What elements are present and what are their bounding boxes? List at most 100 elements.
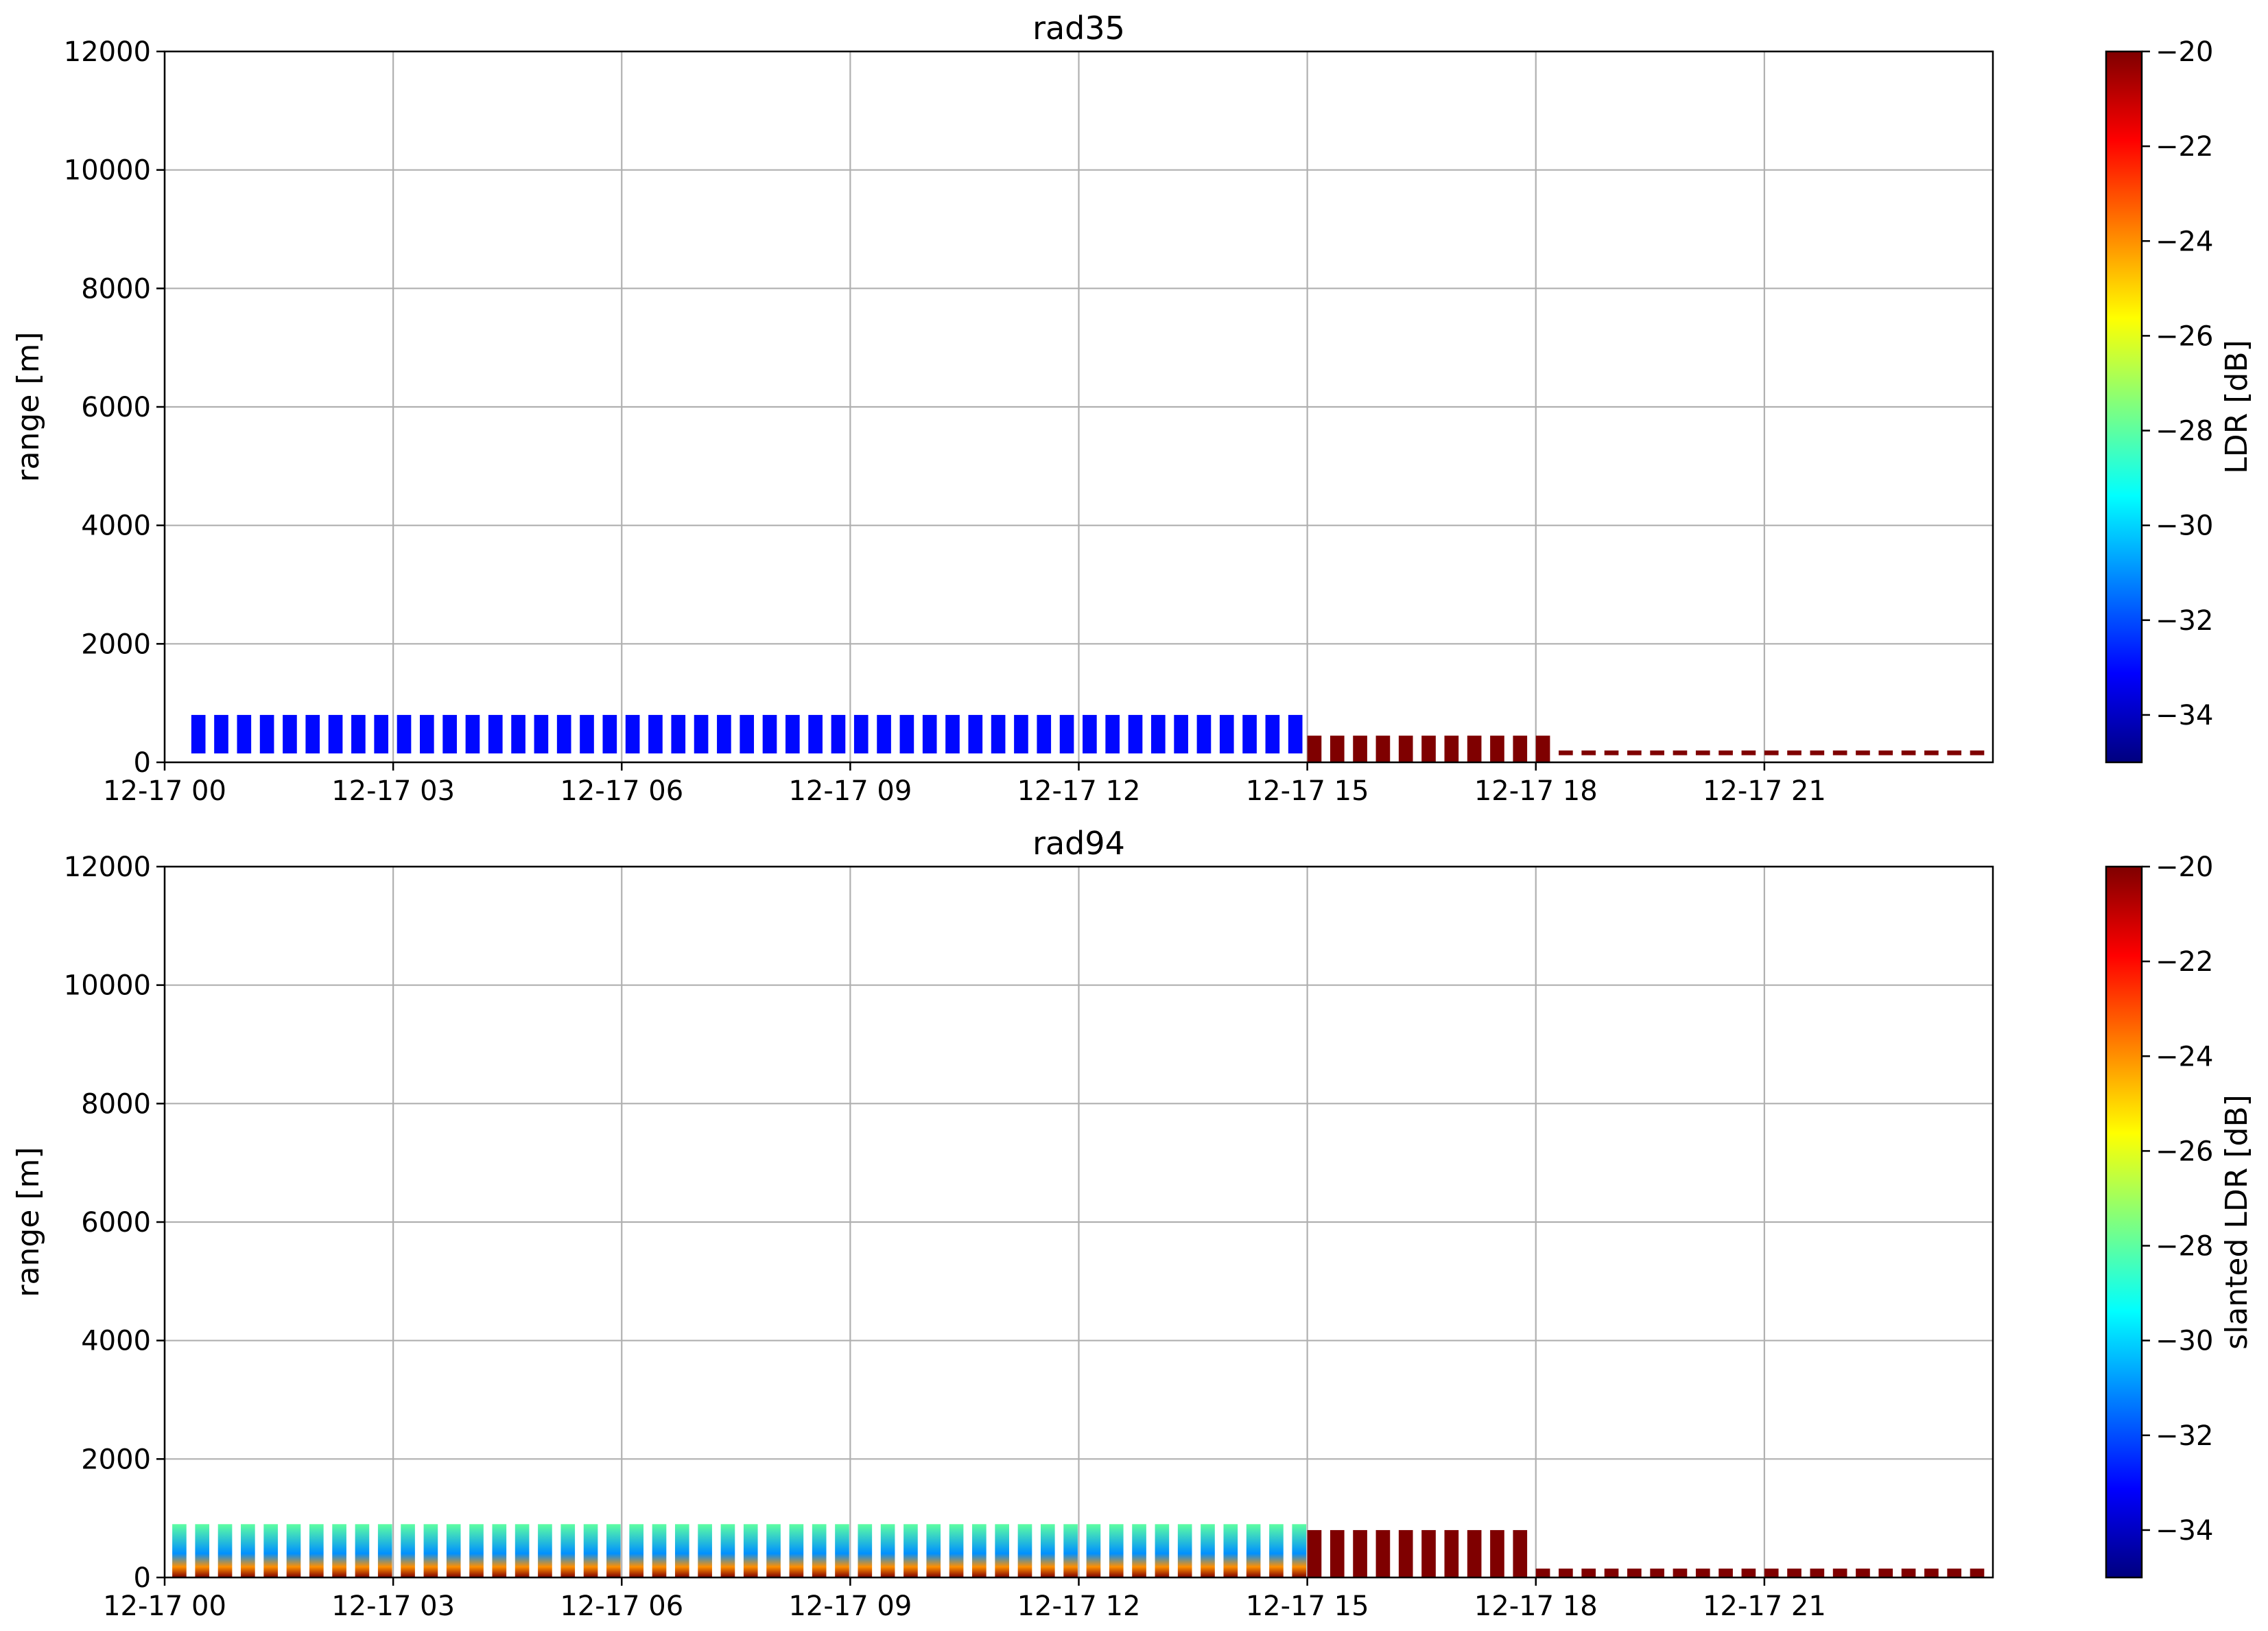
echo-bar (1878, 1569, 1893, 1577)
echo-bar (1174, 714, 1188, 754)
y-axis-label: range [m] (11, 1147, 46, 1297)
colorbar-tick-label: −28 (2155, 416, 2213, 447)
echo-bar (1581, 750, 1596, 755)
echo-bar (1924, 1569, 1939, 1577)
echo-bar (1695, 1569, 1710, 1577)
echo-bar (1105, 714, 1120, 754)
echo-bar (1307, 736, 1322, 762)
echo-bar (583, 1524, 598, 1577)
echo-bar (237, 714, 252, 754)
colorbar-tick-label: −20 (2155, 852, 2213, 883)
echo-bar (789, 1524, 804, 1577)
y-tick-label: 0 (134, 747, 151, 779)
echo-bar (812, 1524, 827, 1577)
echo-bar (1177, 1524, 1192, 1577)
echo-bar (419, 714, 434, 754)
echo-bar (766, 1524, 781, 1577)
echo-bar (1014, 714, 1028, 754)
echo-bar (995, 1524, 1010, 1577)
colorbar-tick-label: −22 (2155, 131, 2213, 163)
echo-bar (1513, 736, 1528, 762)
x-tick-label: 12-17 15 (1246, 1591, 1369, 1622)
echo-bar (1421, 736, 1436, 762)
echo-bar (351, 714, 366, 754)
y-tick-label: 10000 (64, 155, 151, 187)
echo-bar (1764, 1569, 1779, 1577)
echo-bar (877, 714, 891, 754)
echo-bar (1467, 736, 1482, 762)
x-tick-label: 12-17 06 (560, 1591, 683, 1622)
echo-bar (625, 714, 640, 754)
echo-bar (972, 1524, 987, 1577)
echo-bar (1513, 1529, 1528, 1577)
y-tick-label: 2000 (81, 1444, 151, 1475)
echo-bar (560, 1524, 576, 1577)
echo-bar (1604, 750, 1619, 755)
echo-bar (698, 1524, 712, 1577)
echo-bar (1810, 1569, 1825, 1577)
echo-bar (172, 1524, 187, 1577)
echo-bar (1375, 1529, 1391, 1577)
y-tick-label: 12000 (64, 36, 151, 68)
echo-bar (1627, 750, 1642, 755)
y-tick-label: 6000 (81, 1207, 151, 1239)
echo-bar (1353, 1529, 1367, 1577)
x-tick-label: 12-17 03 (331, 1591, 455, 1622)
echo-bar (1810, 750, 1825, 755)
echo-bar (903, 1524, 918, 1577)
echo-bar (1856, 750, 1870, 755)
echo-bar (629, 1524, 644, 1577)
echo-bar (1718, 750, 1733, 755)
echo-bar (442, 714, 457, 754)
echo-bar (309, 1524, 324, 1577)
echo-bar (374, 714, 389, 754)
echo-bar (1787, 1569, 1802, 1577)
x-tick-label: 12-17 21 (1703, 1591, 1826, 1622)
echo-bar (762, 714, 777, 754)
echo-bar (1398, 1529, 1413, 1577)
echo-bar (1559, 750, 1573, 755)
colorbar-tick-label: −34 (2155, 700, 2213, 731)
echo-bar (1901, 750, 1916, 755)
y-axis-label: range [m] (11, 331, 46, 482)
echo-bar (283, 714, 297, 754)
echo-bar (1307, 1529, 1322, 1577)
echo-bar (991, 714, 1006, 754)
x-tick-label: 12-17 09 (788, 775, 912, 807)
echo-bar (602, 714, 617, 754)
echo-bar (1947, 750, 1962, 755)
echo-bar (743, 1524, 758, 1577)
panel-rad94: 0 2000 4000 6000 8000 10000 12000 12-17 00 12-17… (11, 825, 2254, 1622)
echo-bar (1155, 1524, 1170, 1577)
colorbar-tick-label: −34 (2155, 1515, 2213, 1547)
x-tick-label: 12-17 15 (1246, 775, 1369, 807)
echo-bar (1132, 1524, 1146, 1577)
chart-title: rad35 (1032, 10, 1125, 47)
y-tick-label: 4000 (81, 511, 151, 542)
echo-bar (488, 714, 503, 754)
echo-bar (652, 1524, 667, 1577)
echo-bar (1856, 1569, 1870, 1577)
echo-bar (1832, 750, 1847, 755)
echo-bar (1878, 750, 1893, 755)
colorbar-tick-label: −24 (2155, 1041, 2213, 1072)
y-tick-label: 10000 (64, 970, 151, 1002)
echo-bar (1490, 1529, 1504, 1577)
echo-bar (1650, 750, 1664, 755)
echo-bar (858, 1524, 873, 1577)
echo-bar (1444, 1529, 1459, 1577)
x-tick-label: 12-17 03 (331, 775, 455, 807)
echo-bar (556, 714, 571, 754)
colorbar (2106, 867, 2142, 1577)
echo-bar (926, 1524, 941, 1577)
echo-bar (355, 1524, 370, 1577)
echo-bar (1947, 1569, 1962, 1577)
echo-bar (1398, 736, 1413, 762)
echo-bar (648, 714, 663, 754)
echo-bar (1901, 1569, 1916, 1577)
echo-bar (1223, 1524, 1238, 1577)
echo-bar (263, 1524, 279, 1577)
echo-bar (694, 714, 709, 754)
echo-bar (899, 714, 914, 754)
y-tick-label: 2000 (81, 629, 151, 660)
